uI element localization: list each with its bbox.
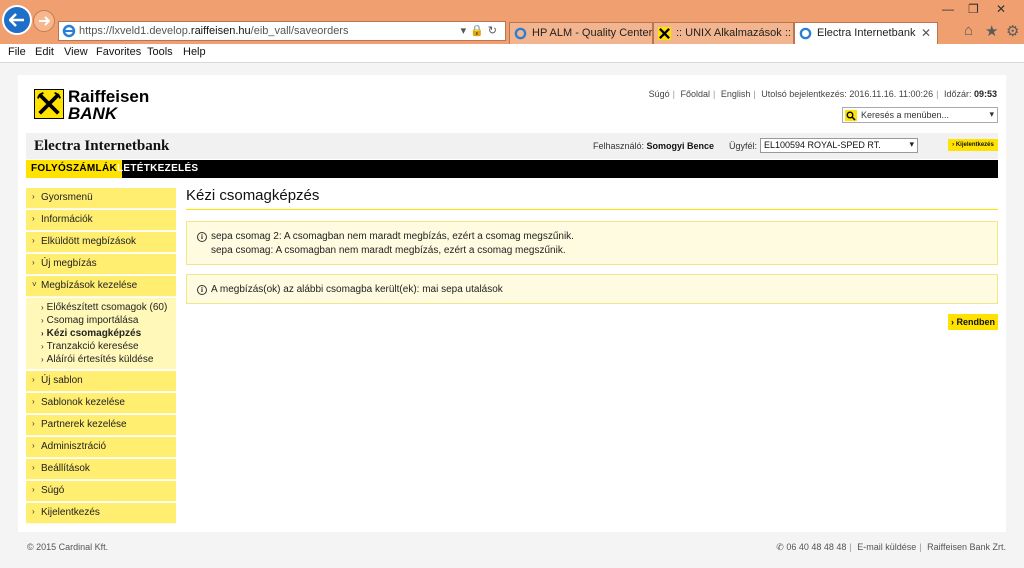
title-divider: [186, 209, 998, 210]
ie-logo-icon: [62, 24, 76, 38]
close-icon[interactable]: ✕: [996, 2, 1006, 16]
home-link[interactable]: Főoldal: [680, 89, 710, 99]
menu-view[interactable]: View: [64, 46, 88, 58]
email-link[interactable]: E-mail küldése: [857, 542, 916, 552]
header-links: Súgó | Főoldal | English | Utolsó bejelentk…: [648, 89, 997, 99]
client-select[interactable]: EL100594 ROYAL-SPED RT. ▾: [760, 138, 918, 153]
submenu-import[interactable]: › Csomag importálása: [41, 315, 138, 326]
info-icon: i: [197, 285, 207, 295]
minimize-icon[interactable]: —: [942, 2, 954, 16]
chevron-down-icon: ▾: [909, 139, 914, 149]
session-timer-value: 09:53: [973, 89, 997, 99]
tab-electra[interactable]: Electra Internetbank ✕: [794, 22, 938, 44]
browser-menubar: File Edit View Favorites Tools Help: [0, 44, 1024, 63]
sidebar-item-adminisztracio[interactable]: › Adminisztráció: [26, 437, 176, 458]
footer-company: Raiffeisen Bank Zrt.: [927, 542, 1006, 552]
menu-favorites[interactable]: Favorites: [96, 46, 141, 58]
app-title: Electra Internetbank: [34, 138, 170, 154]
footer-links: ✆ 06 40 48 48 48 | E-mail küldése | Raiffe…: [776, 542, 1006, 552]
sidebar-item-uj-sablon[interactable]: › Új sablon: [26, 371, 176, 392]
menu-file[interactable]: File: [8, 46, 26, 58]
arrow-left-icon: [9, 13, 24, 27]
info-icon: i: [197, 232, 207, 242]
app-bar: Electra Internetbank Felhasználó: Somogy…: [26, 133, 998, 159]
phone-icon: ✆: [776, 542, 784, 552]
ok-button[interactable]: › Rendben: [948, 314, 998, 330]
home-icon[interactable]: ⌂: [964, 22, 973, 39]
tab-close-icon[interactable]: ✕: [921, 26, 931, 40]
last-login-value: 2016.11.16. 11:00:26: [849, 89, 934, 99]
last-login-label: Utolsó bejelentkezés:: [761, 89, 847, 99]
settings-gear-icon[interactable]: ⚙: [1006, 22, 1019, 40]
sidebar-submenu: › Előkészített csomagok (60) › Csomag impo…: [26, 298, 176, 369]
search-icon: [845, 110, 857, 121]
footer-phone: 06 40 48 48 48: [786, 542, 847, 552]
sidebar-item-informaciok[interactable]: › Információk: [26, 210, 176, 231]
logout-button[interactable]: › Kijelentkezés: [948, 139, 998, 151]
restore-icon[interactable]: ❐: [968, 2, 979, 16]
submenu-elokeszitett[interactable]: › Előkészített csomagok (60): [41, 302, 167, 313]
address-bar[interactable]: https://lxveld1.develop.raiffeisen.hu/ei…: [58, 21, 506, 41]
tab-folyoszamlak[interactable]: FOLYÓSZÁMLÁK: [26, 160, 123, 178]
sidebar-item-megbizasok-kezelese[interactable]: ˅ Megbízások kezelése: [26, 276, 176, 297]
sidebar-item-elkuldott[interactable]: › Elküldött megbízások: [26, 232, 176, 253]
submenu-tranzakcio[interactable]: › Tranzakció keresése: [41, 341, 139, 352]
sidebar-item-gyorsmenu[interactable]: › Gyorsmenü: [26, 188, 176, 209]
chevron-down-icon: ▾: [989, 109, 994, 119]
favorites-star-icon[interactable]: ★: [985, 22, 998, 40]
submenu-alairoi[interactable]: › Aláírói értesítés küldése: [41, 354, 153, 365]
browser-titlebar: https://lxveld1.develop.raiffeisen.hu/ei…: [0, 0, 1024, 44]
bank-page: Raiffeisen BANK Súgó | Főoldal | English | …: [18, 75, 1006, 532]
ie-logo-icon: [799, 27, 812, 40]
arrow-right-icon: [39, 16, 50, 26]
menu-tools[interactable]: Tools: [147, 46, 173, 58]
raiffeisen-logo-icon: [34, 89, 64, 119]
address-icons[interactable]: ▾🔒↻: [461, 24, 501, 37]
forward-button[interactable]: [33, 10, 55, 32]
page-title: Kézi csomagképzés: [186, 187, 320, 204]
message-line: A megbízás(ok) az alábbi csomagba került…: [211, 284, 503, 295]
tab-hp-alm[interactable]: HP ALM - Quality Center 1...: [509, 22, 671, 44]
sidebar-item-sugo[interactable]: › Súgó: [26, 481, 176, 502]
sidebar-item-partnerek[interactable]: › Partnerek kezelése: [26, 415, 176, 436]
menu-help[interactable]: Help: [183, 46, 206, 58]
url-text: https://lxveld1.develop.raiffeisen.hu/ei…: [79, 25, 349, 37]
sidebar-item-kijelentkezes[interactable]: › Kijelentkezés: [26, 503, 176, 524]
info-message-box: i A megbízás(ok) az alábbi csomagba kerü…: [186, 274, 998, 304]
user-name: Somogyi Bence: [646, 141, 715, 151]
sidebar-item-beallitasok[interactable]: › Beállítások: [26, 459, 176, 480]
help-link[interactable]: Súgó: [649, 89, 670, 99]
info-message-box: i sepa csomag 2: A csomagban nem maradt …: [186, 221, 998, 265]
message-line: sepa csomag 2: A csomagban nem maradt me…: [211, 231, 574, 242]
ie-logo-icon: [514, 27, 527, 40]
client-label: Ügyfél:: [729, 141, 758, 151]
back-button[interactable]: [2, 5, 32, 35]
raiffeisen-favicon-icon: [658, 27, 671, 40]
english-link[interactable]: English: [721, 89, 751, 99]
menu-edit[interactable]: Edit: [35, 46, 54, 58]
sidebar-item-sablonok[interactable]: › Sablonok kezelése: [26, 393, 176, 414]
footer-copyright: © 2015 Cardinal Kft.: [27, 542, 109, 552]
raiffeisen-logo[interactable]: Raiffeisen BANK: [34, 87, 174, 123]
sidebar-item-uj-megbizas[interactable]: › Új megbízás: [26, 254, 176, 275]
main-navigation: FOLYÓSZÁMLÁK LETÉTKEZELÉS: [26, 160, 998, 178]
tab-unix[interactable]: :: UNIX Alkalmazások ::: [653, 22, 794, 44]
user-info: Felhasználó: Somogyi Bence: [593, 141, 715, 151]
menu-search-select[interactable]: Keresés a menüben... ▾: [842, 107, 998, 123]
tab-letetkezeles[interactable]: LETÉTKEZELÉS: [112, 160, 203, 178]
session-timer-label: Időzár:: [943, 89, 972, 99]
message-line: sepa csomag: A csomagban nem maradt megb…: [211, 245, 566, 256]
submenu-kezi-csomagkepzes[interactable]: › Kézi csomagképzés: [41, 328, 141, 339]
